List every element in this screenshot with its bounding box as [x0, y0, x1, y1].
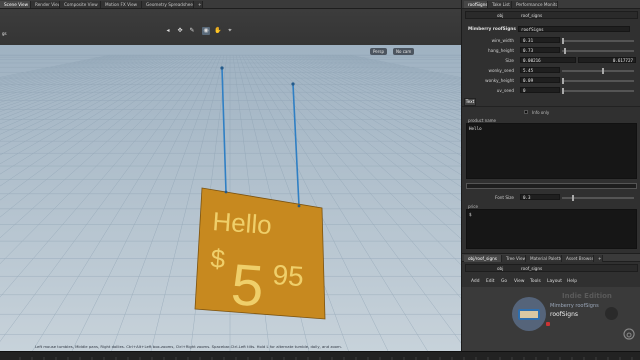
node-name-field[interactable]: roofSigns	[518, 26, 630, 32]
indie-edition-watermark: Indie Edition	[562, 292, 612, 300]
menu-view[interactable]: View	[514, 279, 524, 284]
menu-tools[interactable]: Tools	[530, 279, 541, 284]
scene-viewport[interactable]: gs ◂ ✥ ✎ ◉ ✋ ⌖ Persp No cam Hello $ 5 95…	[0, 9, 461, 351]
param-label: uv_seed	[496, 88, 514, 93]
menu-help[interactable]: Help	[567, 279, 577, 284]
network-menu-button[interactable]	[605, 307, 618, 320]
param-label: hang_height	[488, 48, 514, 53]
tab-roofsigns[interactable]: roofSigns	[464, 1, 488, 8]
network-tab-bar: obj/roof_signs Tree View Material Palett…	[462, 253, 640, 262]
param-path-bar: obj roof_signs	[465, 11, 638, 19]
info-only-label: Info only	[532, 110, 550, 115]
menu-layout[interactable]: Layout	[547, 279, 562, 284]
viewport-toolbar: gs ◂ ✥ ✎ ◉ ✋ ⌖	[0, 9, 461, 45]
persp-menu[interactable]: Persp	[370, 48, 387, 55]
param-label: wonky_height	[485, 78, 514, 83]
tab-material-palette[interactable]: Material Palette	[526, 255, 562, 262]
divider	[462, 106, 640, 107]
transform-tool-icon[interactable]: ✥	[176, 27, 184, 35]
param-label: Size	[505, 58, 514, 63]
sign-dollars: 5	[229, 252, 266, 319]
info-only-checkbox[interactable]	[524, 110, 528, 114]
menu-edit[interactable]: Edit	[486, 279, 495, 284]
pose-tool-icon[interactable]: ✋	[214, 27, 222, 35]
view-tool-icon[interactable]: ◉	[202, 27, 210, 35]
network-path-bar: obj roof_signs	[465, 264, 638, 272]
roofsigns-node[interactable]	[518, 309, 540, 320]
param-uv-seed-field[interactable]: 0	[520, 87, 560, 93]
menu-add[interactable]: Add	[471, 279, 480, 284]
tab-render-view[interactable]: Render View	[31, 1, 60, 8]
product-name-textarea[interactable]: Hello	[466, 123, 637, 179]
viewport-left-label: gs	[2, 31, 7, 36]
tab-asset-browser[interactable]: Asset Browser	[562, 255, 594, 262]
tab-geometry-spreadsheet[interactable]: Geometry Spreadsheet	[142, 1, 194, 8]
price-textarea[interactable]: $	[466, 209, 637, 249]
snap-tool-icon[interactable]: ⌖	[226, 27, 234, 35]
viewport-help-text: Left mouse tumbles, Middle pans, Right d…	[35, 344, 342, 349]
roof-sign: Hello $ 5 95	[194, 66, 326, 320]
pane-tab-bar: roofSigns Take List Performance Monitor	[462, 0, 640, 9]
sign-text-line1: Hello	[212, 206, 273, 240]
param-wire-width-field[interactable]: 0.31	[520, 37, 560, 43]
param-size-field-x[interactable]: 0.00216	[520, 57, 576, 63]
timeline-bar[interactable]	[0, 351, 640, 360]
add-tab-button[interactable]: +	[194, 1, 203, 8]
houdini-logo-icon	[622, 327, 636, 347]
tab-scene-view[interactable]: Scene View	[0, 1, 31, 8]
left-anchor-point	[220, 66, 224, 70]
select-tool-icon[interactable]: ◂	[164, 27, 172, 35]
param-label: wonky_seed	[488, 68, 514, 73]
left-wire	[221, 67, 227, 193]
param-wonky-height-field[interactable]: 0.09	[520, 77, 560, 83]
param-uv-seed-slider[interactable]	[562, 88, 634, 94]
param-hang-height-field[interactable]: 0.73	[520, 47, 560, 53]
node-type-text: Mimberry roofSigns	[550, 303, 599, 309]
tab-motion-fx-view[interactable]: Motion FX View	[101, 1, 142, 8]
param-hang-height-slider[interactable]	[562, 48, 634, 54]
path-segment-obj[interactable]: obj	[494, 13, 506, 19]
network-path-obj[interactable]: obj	[494, 266, 506, 272]
right-wire	[292, 83, 300, 207]
add-network-tab-button[interactable]: +	[594, 255, 603, 262]
tab-text[interactable]: Text	[464, 98, 476, 106]
param-wonky-height-slider[interactable]	[562, 78, 634, 84]
sign-dollar-sign: $	[210, 243, 227, 274]
tab-network-path[interactable]: obj/roof_signs	[464, 255, 502, 262]
node-header: Mimberry roofSigns roofSigns	[466, 26, 636, 34]
handle-tool-icon[interactable]: ✎	[188, 27, 196, 35]
tab-performance-monitor[interactable]: Performance Monitor	[512, 1, 558, 8]
network-editor[interactable]: Indie Edition Mimberry roofSigns roofSig…	[462, 287, 640, 351]
tab-tree-view[interactable]: Tree View	[502, 255, 526, 262]
font-size-field[interactable]: 0.3	[520, 194, 560, 200]
font-size-label: Font Size	[494, 195, 514, 200]
param-label: wire_width	[491, 38, 514, 43]
right-anchor-point	[291, 82, 295, 86]
menu-go[interactable]: Go	[501, 279, 507, 284]
network-path-roof-signs[interactable]: roof_signs	[518, 266, 545, 272]
tab-composite-view[interactable]: Composite View	[60, 1, 101, 8]
node-flag-icon	[546, 322, 550, 326]
tab-take-list[interactable]: Take List	[488, 1, 512, 8]
camera-menu[interactable]: No cam	[393, 48, 415, 55]
param-wire-width-slider[interactable]	[562, 38, 634, 44]
param-size-field-y[interactable]: 0.617727	[578, 57, 636, 63]
text-scrollbar[interactable]	[466, 183, 637, 189]
param-wonky-seed-slider[interactable]	[562, 68, 634, 74]
param-wonky-seed-field[interactable]: 5.45	[520, 67, 560, 73]
sign-cents: 95	[272, 259, 305, 292]
node-type-label: Mimberry roofSigns	[468, 27, 516, 32]
path-segment-roof-signs[interactable]: roof_signs	[518, 13, 545, 19]
font-size-slider[interactable]	[562, 195, 634, 201]
node-name-text: roofSigns	[550, 311, 579, 318]
